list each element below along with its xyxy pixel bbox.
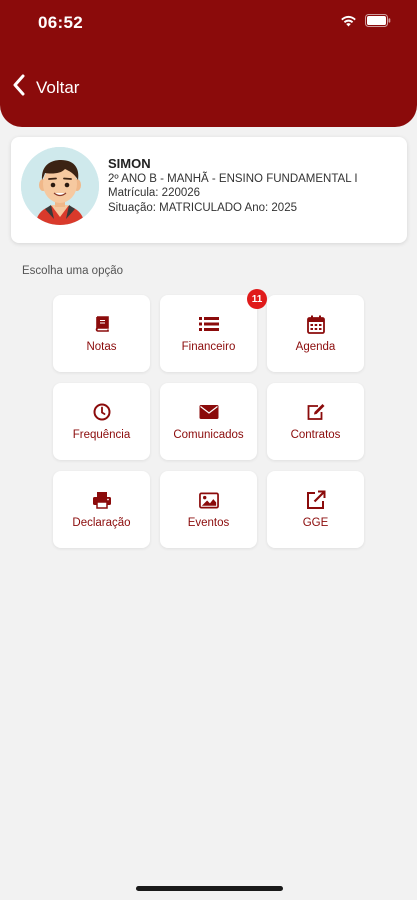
tile-comunicados[interactable]: Comunicados: [160, 383, 257, 460]
calendar-icon: [306, 314, 326, 334]
tile-label-declaracao: Declaração: [72, 517, 131, 529]
student-info: SIMON 2º ANO B - MANHÃ - ENSINO FUNDAMEN…: [108, 156, 358, 215]
back-button[interactable]: Voltar: [12, 74, 79, 101]
status-icons: [340, 14, 391, 32]
tile-label-comunicados: Comunicados: [173, 429, 244, 441]
tile-financeiro[interactable]: Financeiro 11: [160, 289, 267, 372]
printer-icon: [92, 490, 112, 510]
tile-agenda[interactable]: Agenda: [267, 295, 364, 372]
list-icon: [198, 314, 219, 334]
tile-label-contratos: Contratos: [290, 429, 341, 441]
student-situacao: Situação: MATRICULADO Ano: 2025: [108, 201, 297, 214]
notification-badge: 11: [247, 289, 267, 309]
tile-label-financeiro: Financeiro: [181, 341, 236, 353]
tile-declaracao[interactable]: Declaração: [53, 471, 150, 548]
clock-icon: [92, 402, 112, 422]
tile-label-eventos: Eventos: [187, 517, 230, 529]
tile-label-gge: GGE: [302, 517, 329, 529]
book-icon: [92, 314, 112, 334]
tile-label-notas: Notas: [86, 341, 117, 353]
tile-label-frequencia: Frequência: [72, 429, 131, 441]
section-label: Escolha uma opção: [22, 265, 124, 277]
external-link-icon: [306, 490, 326, 510]
wifi-icon: [340, 14, 357, 32]
tile-gge[interactable]: GGE: [267, 471, 364, 548]
tile-notas[interactable]: Notas: [53, 295, 150, 372]
student-matricula: Matrícula: 220026: [108, 187, 201, 199]
tile-frequencia[interactable]: Frequência: [53, 383, 150, 460]
avatar: [21, 147, 99, 225]
edit-icon: [306, 402, 326, 422]
student-name: SIMON: [108, 156, 151, 171]
tile-contratos[interactable]: Contratos: [267, 383, 364, 460]
status-time: 06:52: [38, 13, 83, 32]
tile-label-agenda: Agenda: [295, 341, 336, 353]
envelope-icon: [199, 402, 219, 422]
student-class: 2º ANO B - MANHÃ - ENSINO FUNDAMENTAL I: [108, 172, 358, 185]
app-header: 06:52 Voltar: [0, 0, 417, 127]
image-icon: [198, 490, 219, 510]
options-grid: Notas Financeiro 11 Agenda Frequência Co…: [53, 289, 364, 548]
battery-icon: [365, 14, 391, 32]
back-label: Voltar: [36, 77, 80, 97]
chevron-left-icon: [12, 74, 26, 101]
tile-eventos[interactable]: Eventos: [160, 471, 257, 548]
home-indicator[interactable]: [136, 886, 283, 891]
student-card: SIMON 2º ANO B - MANHÃ - ENSINO FUNDAMEN…: [11, 137, 407, 243]
